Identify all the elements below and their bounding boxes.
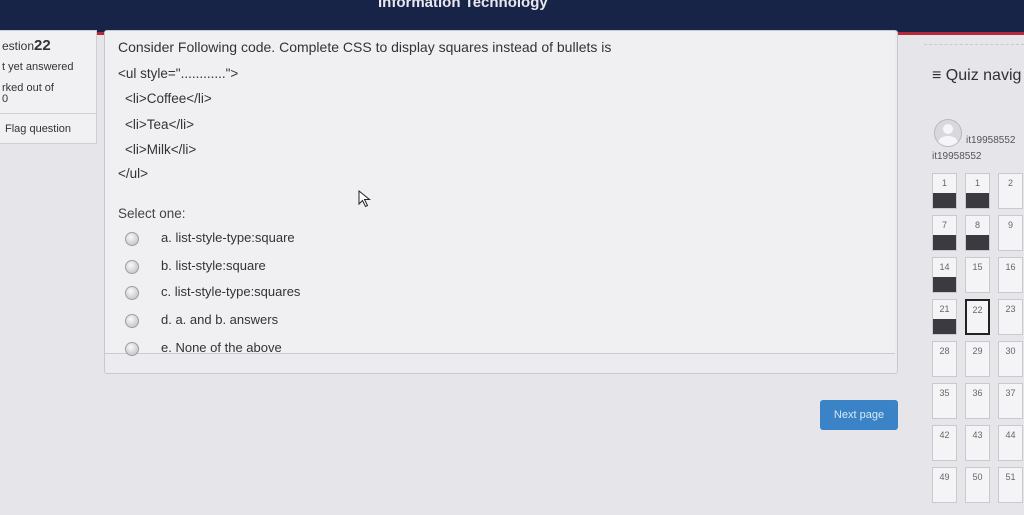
code-line: </ul> <box>118 166 149 181</box>
banner-title: Information Technology <box>378 0 548 11</box>
marked-out-of: rked out of 0 <box>2 83 54 105</box>
question-nav-number: 28 <box>939 346 950 356</box>
mouse-cursor-icon <box>358 189 372 213</box>
question-number-value: 22 <box>34 37 51 54</box>
question-nav-number: 36 <box>972 388 983 398</box>
next-page-button[interactable]: Next page <box>820 400 898 430</box>
answer-status: t yet answered <box>2 61 74 73</box>
question-nav-button[interactable]: 14 <box>932 257 957 293</box>
code-line: <li>Milk</li> <box>125 142 197 157</box>
question-nav-number: 35 <box>939 388 950 398</box>
select-one-label: Select one: <box>118 206 186 221</box>
question-nav-number: 49 <box>939 472 950 482</box>
question-nav-button[interactable]: 28 <box>932 341 957 377</box>
question-nav-number: 9 <box>1007 220 1013 230</box>
answer-option-label: d. a. and b. answers <box>161 312 279 327</box>
quiz-navigation-panel: ≡ Quiz navig it19958552 it19958552 1 1 2 7 8… <box>924 44 1024 515</box>
question-number-prefix: estion <box>2 39 35 53</box>
quiz-navigation-title: ≡ Quiz navig <box>932 67 1021 85</box>
answer-option-label: e. None of the above <box>161 340 282 355</box>
marked-label: rked out of <box>2 82 54 94</box>
question-nav-button[interactable]: 43 <box>965 425 990 461</box>
question-number: estion22 <box>2 37 51 54</box>
radio-button[interactable] <box>125 232 139 246</box>
question-nav-button[interactable]: 36 <box>965 383 990 419</box>
question-nav-number: 16 <box>1005 262 1016 272</box>
marked-value: 0 <box>2 93 9 105</box>
question-nav-number: 42 <box>939 430 950 440</box>
question-nav-number: 37 <box>1005 388 1016 398</box>
question-nav-button[interactable]: 1 <box>965 173 990 209</box>
user-id: it19958552 <box>966 135 1016 146</box>
question-nav-number: 30 <box>1005 346 1016 356</box>
answer-option-label: c. list-style-type:squares <box>161 284 301 299</box>
question-nav-button[interactable]: 51 <box>998 467 1023 503</box>
question-nav-button[interactable]: 8 <box>965 215 990 251</box>
radio-button[interactable] <box>125 342 139 356</box>
question-nav-button[interactable]: 9 <box>998 215 1023 251</box>
question-nav-number: 1 <box>974 178 980 188</box>
user-id-full: it19958552 <box>932 151 982 162</box>
question-nav-button[interactable]: 30 <box>998 341 1023 377</box>
question-nav-number: 44 <box>1005 430 1016 440</box>
code-line: <li>Coffee</li> <box>125 91 212 106</box>
answer-option-label: a. list-style-type:square <box>161 230 295 245</box>
question-nav-button[interactable]: 1 <box>932 173 957 209</box>
question-nav-number: 29 <box>972 346 983 356</box>
question-nav-number: 2 <box>1007 178 1013 188</box>
radio-button[interactable] <box>125 260 139 274</box>
question-nav-number: 23 <box>1005 304 1016 314</box>
question-nav-button[interactable]: 37 <box>998 383 1023 419</box>
answer-option-label: b. list-style:square <box>161 258 266 273</box>
code-line: <li>Tea</li> <box>125 117 195 132</box>
question-nav-number: 22 <box>972 305 983 315</box>
flag-question-link[interactable]: Flag question <box>0 113 96 144</box>
question-nav-button[interactable]: 50 <box>965 467 990 503</box>
question-nav-button[interactable]: 23 <box>998 299 1023 335</box>
question-nav-button[interactable]: 2 <box>998 173 1023 209</box>
user-avatar-icon <box>934 119 962 147</box>
question-nav-number: 50 <box>972 472 983 482</box>
quiz-navigation-title-text: Quiz navig <box>945 67 1022 84</box>
question-nav-number: 14 <box>939 262 950 272</box>
question-nav-button[interactable]: 44 <box>998 425 1023 461</box>
question-prompt: Consider Following code. Complete CSS to… <box>118 39 612 55</box>
flag-question-label: Flag question <box>5 123 72 135</box>
question-nav-number: 8 <box>974 220 980 230</box>
menu-icon: ≡ <box>932 67 942 84</box>
question-nav-button[interactable]: 22 <box>965 299 990 335</box>
code-line: <ul style="............"> <box>118 66 239 81</box>
question-nav-number: 1 <box>941 178 947 188</box>
question-info-panel: estion22 t yet answered rked out of 0 Fl… <box>0 30 97 144</box>
question-nav-number: 21 <box>939 304 950 314</box>
question-nav-button[interactable]: 35 <box>932 383 957 419</box>
question-nav-button[interactable]: 16 <box>998 257 1023 293</box>
question-nav-number: 15 <box>972 262 983 272</box>
question-content: Consider Following code. Complete CSS to… <box>104 30 898 374</box>
question-nav-button[interactable]: 49 <box>932 467 957 503</box>
question-nav-button[interactable]: 42 <box>932 425 957 461</box>
radio-button[interactable] <box>125 314 139 328</box>
question-nav-button[interactable]: 7 <box>932 215 957 251</box>
question-nav-button[interactable]: 29 <box>965 341 990 377</box>
radio-button[interactable] <box>125 286 139 300</box>
question-nav-button[interactable]: 21 <box>932 299 957 335</box>
question-nav-number: 7 <box>941 220 947 230</box>
question-nav-number: 51 <box>1005 472 1016 482</box>
question-formulation: Consider Following code. Complete CSS to… <box>105 31 895 356</box>
question-nav-number: 43 <box>972 430 983 440</box>
question-nav-button[interactable]: 15 <box>965 257 990 293</box>
